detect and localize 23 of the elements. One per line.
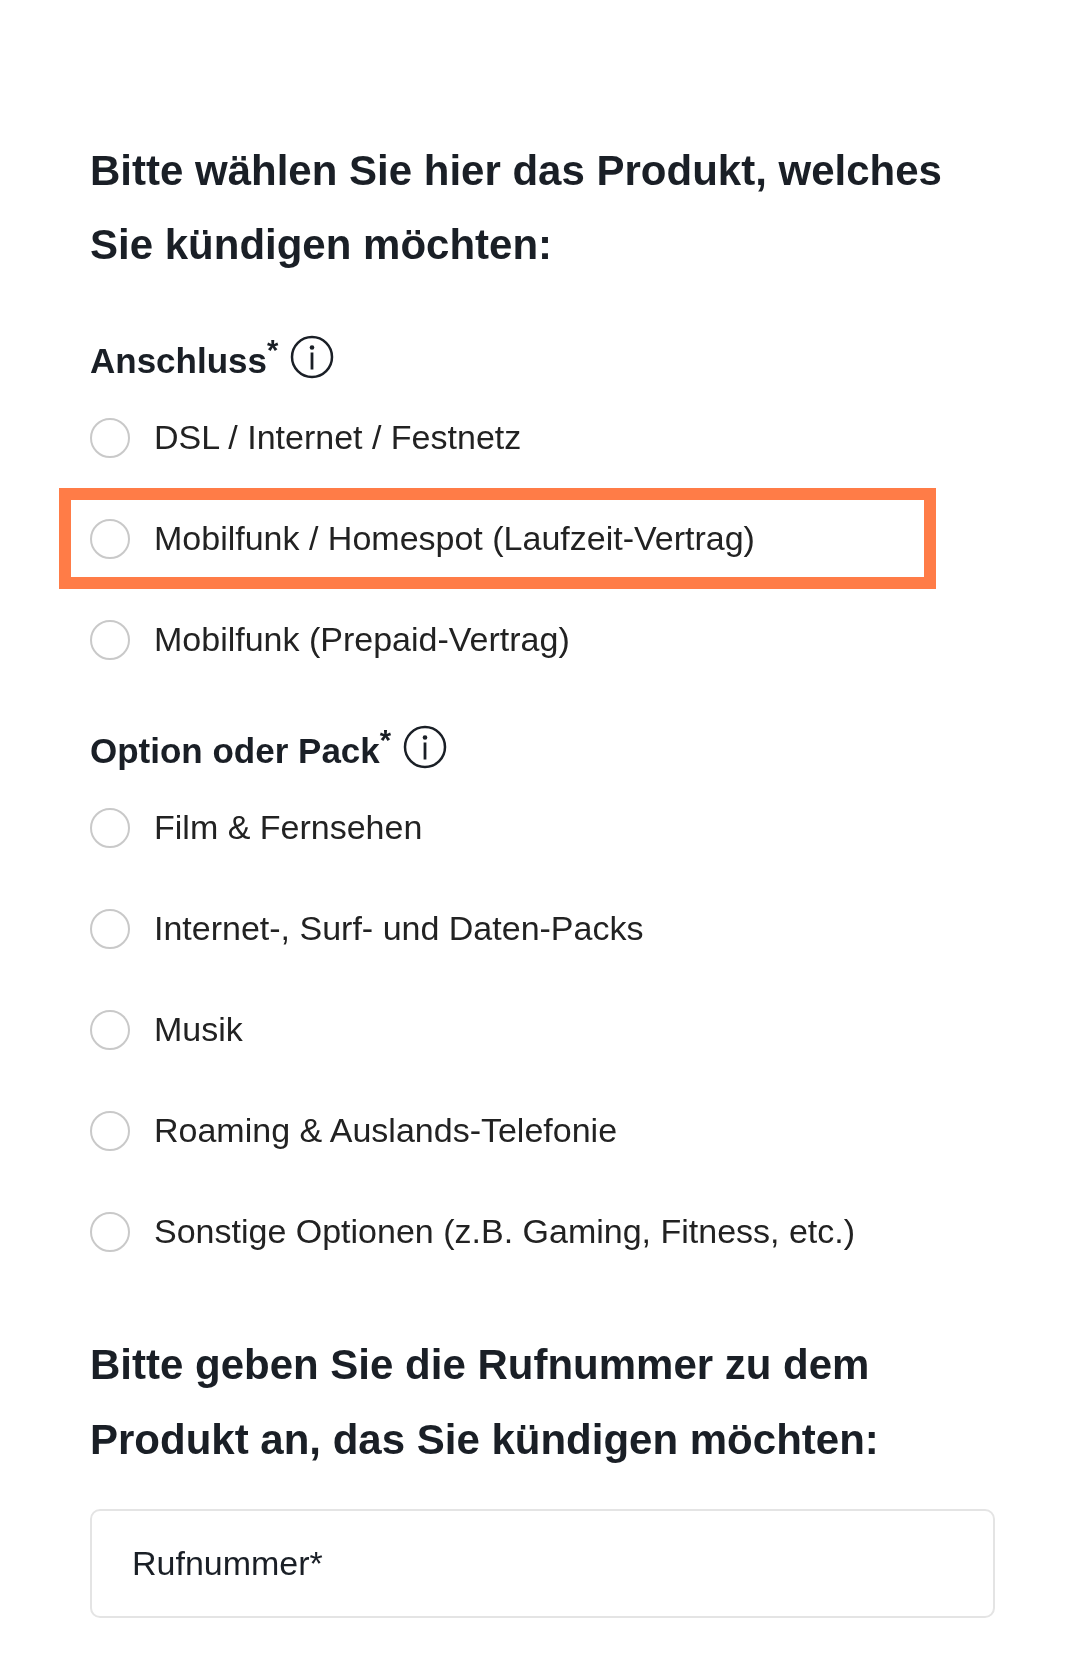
radio-option[interactable]: Internet-, Surf- und Daten-Packs xyxy=(90,908,644,949)
group-label: Option oder Pack$^{*}$ xyxy=(90,723,392,771)
radio-option[interactable]: Film & Fernsehen xyxy=(90,807,423,848)
radio-button[interactable] xyxy=(90,619,130,660)
radio-button[interactable] xyxy=(90,518,130,559)
radio-option[interactable]: DSL / Internet / Festnetz xyxy=(90,417,522,458)
radio-option[interactable]: Roaming & Auslands-Telefonie xyxy=(90,1110,618,1151)
radio-button[interactable] xyxy=(90,1009,130,1050)
info-icon[interactable] xyxy=(403,725,448,769)
info-icon[interactable] xyxy=(290,335,335,379)
radio-option[interactable]: Sonstige Optionen (z.B. Gaming, Fitness, etc.) xyxy=(90,1211,856,1252)
radio-button[interactable] xyxy=(90,1211,130,1252)
phone-number-field[interactable]: Rufnummer* xyxy=(90,1509,995,1618)
group-label: Anschluss$^{*}$ xyxy=(90,333,279,381)
radio-button[interactable] xyxy=(90,1110,130,1151)
radio-option[interactable]: Musik xyxy=(90,1009,243,1050)
radio-button[interactable] xyxy=(90,417,130,458)
radio-option[interactable]: Mobilfunk (Prepaid-Vertrag) xyxy=(90,619,570,660)
form-heading: Bitte wählen Sie hier das Produkt, welches Sie kündigen möchten: xyxy=(90,146,943,270)
radio-button[interactable] xyxy=(90,807,130,848)
phone-heading: Bitte geben Sie die Rufnummer zu dem Produkt an, das Sie kündigen möchten: xyxy=(90,1340,880,1465)
radio-option[interactable]: Mobilfunk / Homespot (Laufzeit-Vertrag) xyxy=(90,518,755,559)
radio-button[interactable] xyxy=(90,908,130,949)
